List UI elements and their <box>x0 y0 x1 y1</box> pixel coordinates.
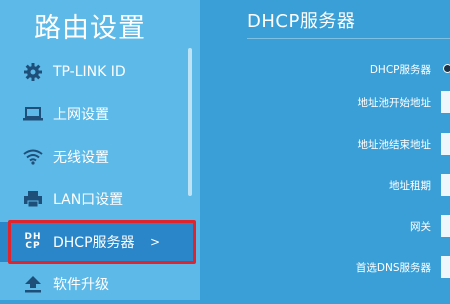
sidebar-item-label: TP-LINK ID <box>53 64 126 80</box>
pool-end-label: 地址池结束地址 <box>357 139 432 151</box>
gateway-input[interactable] <box>441 215 450 237</box>
laptop-icon <box>20 101 46 127</box>
sidebar-item-wireless[interactable]: 无线设置 <box>0 137 196 177</box>
sidebar-item-label: 上网设置 <box>53 107 109 123</box>
sidebar-item-label: 软件升级 <box>53 277 109 293</box>
primary-dns-input[interactable] <box>441 256 450 278</box>
wifi-icon <box>20 144 46 170</box>
printer-icon <box>20 186 46 212</box>
pool-start-label: 地址池开始地址 <box>357 97 432 109</box>
sidebar-item-label: LAN口设置 <box>53 192 124 208</box>
sidebar-item-lan[interactable]: LAN口设置 <box>0 179 196 219</box>
dhcp-server-radio[interactable] <box>443 64 450 73</box>
gear-icon <box>20 59 46 85</box>
sidebar: 路由设置 TP-LINK ID 上网设置 无线设置 LAN口设置 DH CP D… <box>0 0 200 300</box>
gateway-label: 网关 <box>410 221 431 233</box>
primary-dns-label: 首选DNS服务器 <box>355 262 431 274</box>
title-divider <box>247 38 450 39</box>
pool-end-input[interactable] <box>441 133 450 155</box>
upload-icon <box>20 271 46 297</box>
sidebar-item-upgrade[interactable]: 软件升级 <box>0 264 196 304</box>
sidebar-item-label: 无线设置 <box>53 150 109 166</box>
sidebar-item-internet[interactable]: 上网设置 <box>0 94 196 134</box>
dhcp-server-label: DHCP服务器 <box>369 64 431 76</box>
lease-time-input[interactable] <box>441 174 450 196</box>
sidebar-item-tp-link-id[interactable]: TP-LINK ID <box>0 52 196 92</box>
sidebar-title: 路由设置 <box>34 13 146 44</box>
highlight-box <box>8 220 196 264</box>
pool-start-input[interactable] <box>441 91 450 113</box>
lease-time-label: 地址租期 <box>389 180 431 192</box>
page-title: DHCP服务器 <box>247 11 356 32</box>
